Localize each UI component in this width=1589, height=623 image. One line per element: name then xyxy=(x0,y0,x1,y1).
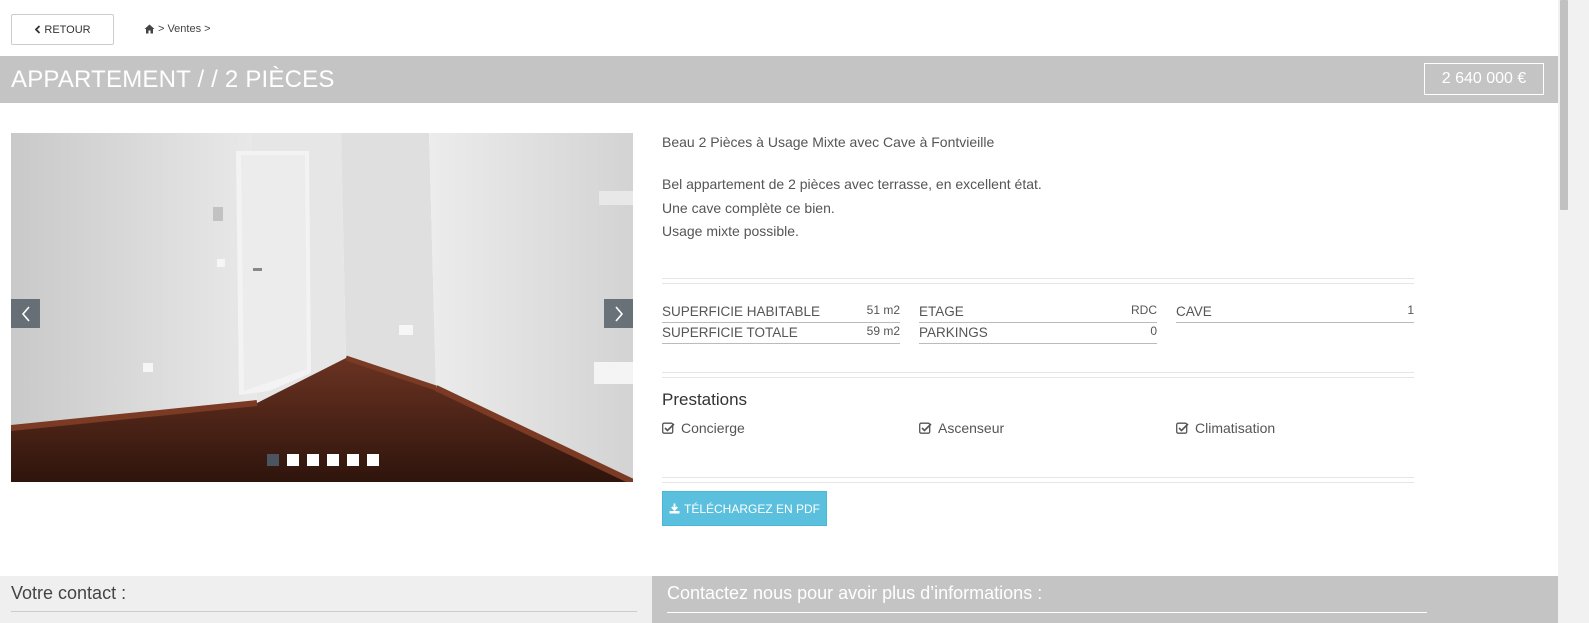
contact-form-panel: Contactez nous pour avoir plus d’informa… xyxy=(652,576,1558,623)
divider xyxy=(662,372,1414,378)
prestation-climatisation: Climatisation xyxy=(1176,420,1275,436)
checkbox-checked-icon xyxy=(1176,422,1189,434)
contact-form-title: Contactez nous pour avoir plus d’informa… xyxy=(667,583,1043,603)
breadcrumb: > Ventes > xyxy=(144,23,211,35)
divider xyxy=(11,611,637,612)
feature-label: CAVE xyxy=(1176,304,1212,319)
feature-label: SUPERFICIE TOTALE xyxy=(662,325,798,340)
feature-cave: CAVE 1 xyxy=(1176,302,1414,323)
divider xyxy=(662,477,1414,483)
download-pdf-label: TÉLÉCHARGEZ EN PDF xyxy=(683,501,821,516)
divider xyxy=(667,612,1427,613)
listing-details: Beau 2 Pièces à Usage Mixte avec Cave à … xyxy=(662,133,1414,244)
feature-value: 51 m2 xyxy=(866,303,900,317)
carousel-next-button[interactable] xyxy=(604,299,633,328)
carousel-dot[interactable] xyxy=(267,454,279,466)
carousel-dot[interactable] xyxy=(347,454,359,466)
prestations-title: Prestations xyxy=(662,390,748,409)
prestation-ascenseur: Ascenseur xyxy=(919,420,1004,436)
photo-carousel xyxy=(11,133,633,482)
prestation-label: Ascenseur xyxy=(938,420,1005,436)
listing-description: Bel appartement de 2 pièces avec terrass… xyxy=(662,173,1414,244)
divider xyxy=(662,278,1414,284)
feature-label: SUPERFICIE HABITABLE xyxy=(662,304,821,319)
feature-value: RDC xyxy=(1131,303,1157,317)
description-line: Une cave complète ce bien. xyxy=(662,199,835,216)
carousel-dot[interactable] xyxy=(307,454,319,466)
top-nav: RETOUR > Ventes > xyxy=(0,0,1580,56)
contact-title: Votre contact : xyxy=(11,583,127,603)
chevron-right-icon xyxy=(614,305,623,322)
breadcrumb-separator: > xyxy=(158,23,165,35)
carousel-dot[interactable] xyxy=(327,454,339,466)
price-badge: 2 640 000 € xyxy=(1424,63,1544,95)
prestation-label: Concierge xyxy=(681,420,745,436)
feature-value: 1 xyxy=(1407,303,1414,317)
download-icon xyxy=(669,503,680,514)
feature-value: 59 m2 xyxy=(866,324,900,338)
feature-parkings: PARKINGS 0 xyxy=(919,323,1157,344)
feature-superficie-totale: SUPERFICIE TOTALE 59 m2 xyxy=(662,323,900,344)
feature-etage: ETAGE RDC xyxy=(919,302,1157,323)
download-pdf-button[interactable]: TÉLÉCHARGEZ EN PDF xyxy=(662,491,827,526)
carousel-dot[interactable] xyxy=(287,454,299,466)
checkbox-checked-icon xyxy=(662,422,675,434)
breadcrumb-item-ventes[interactable]: Ventes xyxy=(167,23,201,35)
feature-value: 0 xyxy=(1150,324,1157,338)
description-line: Usage mixte possible. xyxy=(662,223,799,239)
listing-short-title: Beau 2 Pièces à Usage Mixte avec Cave à … xyxy=(662,134,995,150)
feature-label: ETAGE xyxy=(919,304,964,319)
property-photo xyxy=(11,133,633,482)
checkbox-checked-icon xyxy=(919,422,932,434)
chevron-left-icon xyxy=(21,305,30,322)
breadcrumb-separator: > xyxy=(204,23,211,35)
features-grid: SUPERFICIE HABITABLE 51 m2 SUPERFICIE TO… xyxy=(662,302,1414,346)
prestation-label: Climatisation xyxy=(1195,420,1276,436)
back-button-label: RETOUR xyxy=(44,23,91,36)
scrollbar-thumb[interactable] xyxy=(1560,0,1568,210)
feature-label: PARKINGS xyxy=(919,325,988,340)
home-icon[interactable] xyxy=(144,24,155,34)
description-line: Bel appartement de 2 pièces avec terrass… xyxy=(662,176,1042,192)
prestation-concierge: Concierge xyxy=(662,420,745,436)
carousel-prev-button[interactable] xyxy=(11,299,40,328)
page-title: APPARTEMENT / / 2 PIÈCES xyxy=(11,66,335,93)
chevron-left-icon xyxy=(35,25,41,34)
carousel-dot[interactable] xyxy=(367,454,379,466)
feature-superficie-habitable: SUPERFICIE HABITABLE 51 m2 xyxy=(662,302,900,323)
contact-panel: Votre contact : xyxy=(0,576,652,623)
listing-title-bar: APPARTEMENT / / 2 PIÈCES 2 640 000 € xyxy=(0,56,1558,103)
carousel-indicators xyxy=(267,454,379,466)
back-button[interactable]: RETOUR xyxy=(11,14,114,45)
